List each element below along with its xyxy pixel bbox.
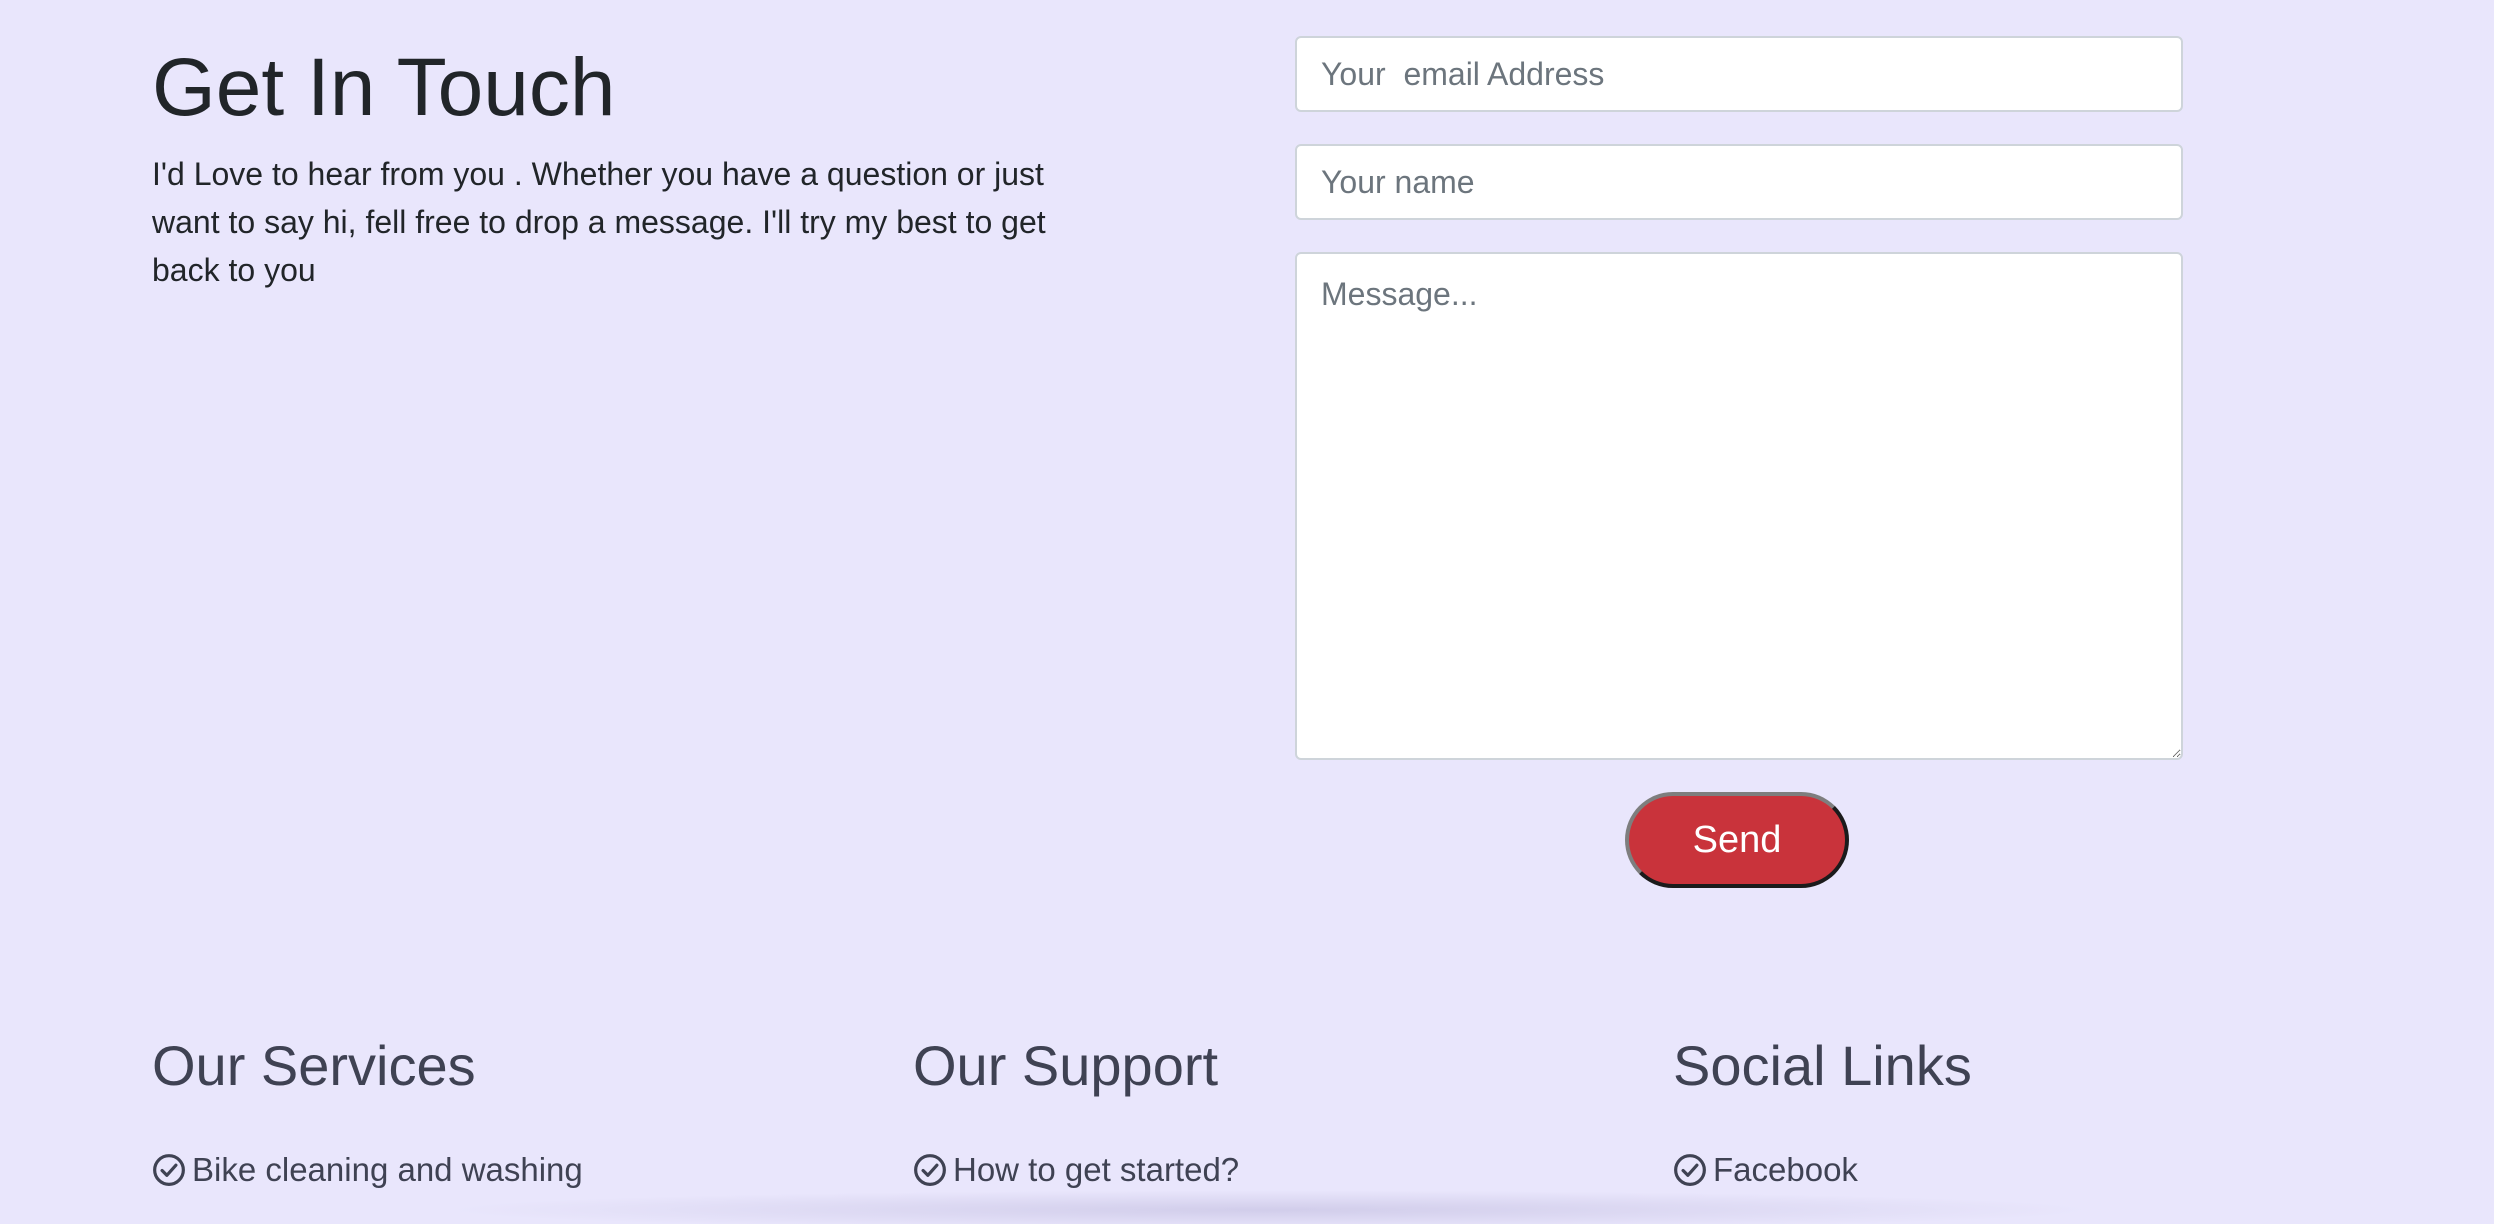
services-item-label: Bike cleaning and washing bbox=[192, 1151, 583, 1188]
services-heading: Our Services bbox=[152, 1034, 476, 1097]
check-circle-icon bbox=[914, 1154, 946, 1186]
page-title: Get In Touch bbox=[152, 42, 616, 133]
social-item-label: Facebook bbox=[1713, 1151, 1858, 1188]
contact-page: Get In Touch I'd Love to hear from you .… bbox=[0, 0, 2494, 1224]
bottom-shadow bbox=[440, 1190, 2100, 1224]
check-circle-icon bbox=[153, 1154, 185, 1186]
social-heading: Social Links bbox=[1673, 1034, 1972, 1097]
intro-text: I'd Love to hear from you . Whether you … bbox=[152, 156, 1046, 288]
send-button[interactable]: Send bbox=[1625, 792, 1849, 888]
services-item-bike-cleaning[interactable]: Bike cleaning and washing bbox=[152, 1148, 583, 1192]
check-circle-icon bbox=[1674, 1154, 1706, 1186]
support-heading: Our Support bbox=[913, 1034, 1219, 1097]
email-input[interactable] bbox=[1295, 36, 2183, 112]
name-input[interactable] bbox=[1295, 144, 2183, 220]
support-item-get-started[interactable]: How to get started? bbox=[913, 1148, 1239, 1192]
message-textarea[interactable] bbox=[1295, 252, 2183, 760]
social-item-facebook[interactable]: Facebook bbox=[1673, 1148, 1858, 1192]
support-item-label: How to get started? bbox=[953, 1151, 1240, 1188]
